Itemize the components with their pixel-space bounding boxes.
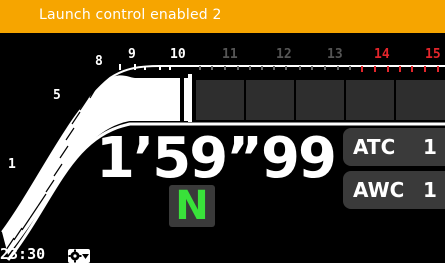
rpm-divider	[180, 76, 184, 122]
rpm-tick-label: 10	[170, 47, 186, 62]
rpm-unlit-seg	[196, 80, 244, 120]
rpm-tick-label: 11	[222, 47, 238, 62]
rpm-tick-label: 5	[53, 88, 61, 103]
rpm-tick-label: 15	[425, 47, 441, 62]
rpm-unlit-seg	[396, 80, 445, 120]
gear-value: N	[175, 183, 209, 229]
awc-panel: AWC 1	[343, 171, 445, 209]
settings-menu-button[interactable]	[68, 249, 90, 263]
rpm-tick-label: 14	[374, 47, 390, 62]
lap-time: 1’59”99	[96, 126, 337, 191]
rpm-marker	[188, 74, 192, 122]
rpm-unlit-seg	[296, 80, 344, 120]
rpm-tick-label: 9	[128, 47, 136, 62]
rpm-unlit-seg	[246, 80, 294, 120]
awc-value: 1	[423, 178, 437, 202]
clock: 23:30	[0, 245, 46, 263]
rpm-tick-label: 1	[8, 157, 16, 172]
atc-panel: ATC 1	[343, 128, 445, 166]
atc-label: ATC	[353, 135, 396, 159]
awc-label: AWC	[353, 178, 405, 202]
rpm-tick-label: 13	[327, 47, 343, 62]
rpm-tick-label: 12	[276, 47, 292, 62]
gear-indicator: N	[169, 185, 215, 227]
rpm-unlit-seg	[346, 80, 394, 120]
rpm-tick-label: 8	[95, 54, 103, 69]
atc-value: 1	[423, 135, 437, 159]
gear-dropdown-icon	[68, 249, 89, 263]
